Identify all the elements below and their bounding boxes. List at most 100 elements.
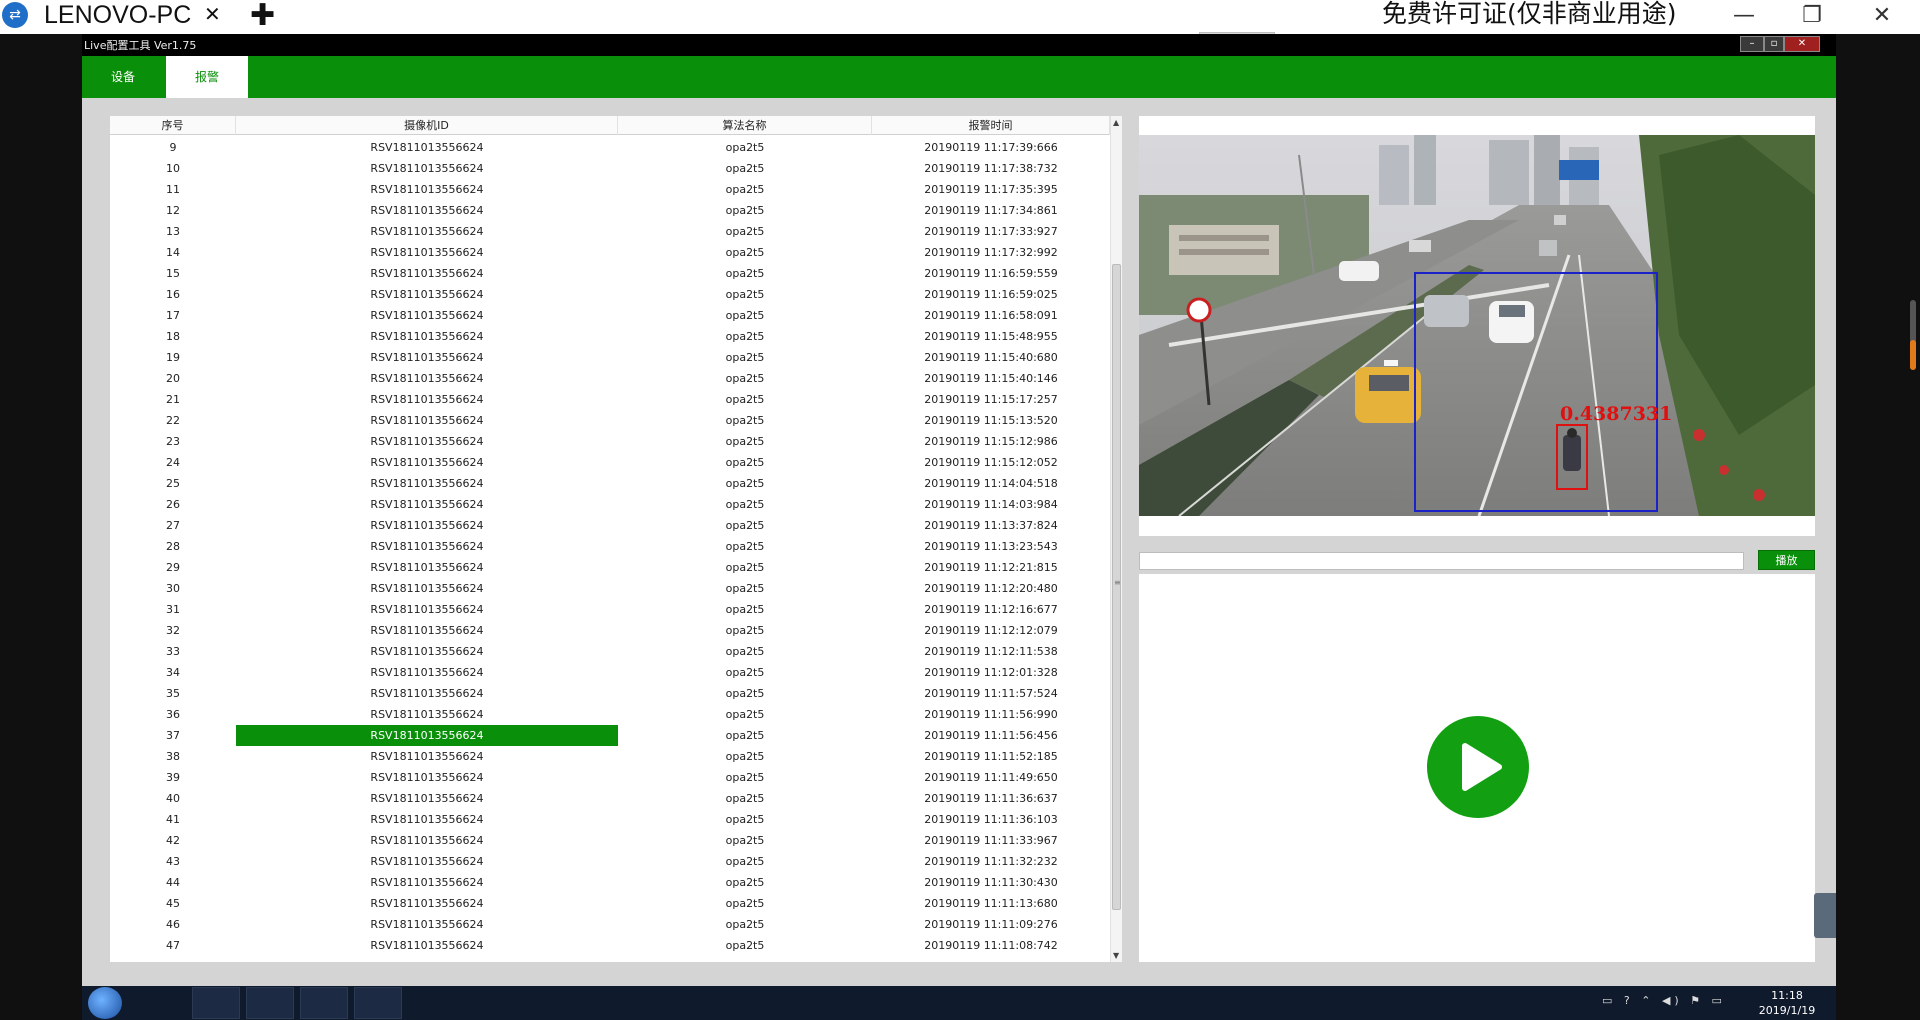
table-row[interactable]: 41 RSV1811013556624 opa2t5 20190119 11:11:3… [110,809,1110,830]
teamviewer-side-panel-tab[interactable] [1814,893,1836,938]
table-row[interactable]: 31 RSV1811013556624 opa2t5 20190119 11:12:1… [110,599,1110,620]
table-row[interactable]: 32 RSV1811013556624 opa2t5 20190119 11:12:1… [110,620,1110,641]
cell-alarm-time: 20190119 11:12:20:480 [924,582,1058,595]
table-row[interactable]: 30 RSV1811013556624 opa2t5 20190119 11:12:2… [110,578,1110,599]
cell-index: 22 [166,414,180,427]
column-header-alarm-time[interactable]: 报警时间 [872,116,1110,135]
tab-alarm[interactable]: 报警 [166,56,248,98]
cell-index: 33 [166,645,180,658]
table-row[interactable]: 36 RSV1811013556624 opa2t5 20190119 11:11:5… [110,704,1110,725]
scrollbar-thumb[interactable] [1112,264,1121,910]
table-row[interactable]: 47 RSV1811013556624 opa2t5 20190119 11:11:0… [110,935,1110,956]
cell-alarm-time: 20190119 11:13:37:824 [924,519,1058,532]
cell-algorithm: opa2t5 [725,855,765,868]
cell-index: 35 [166,687,180,700]
video-player[interactable] [1139,574,1815,962]
table-row[interactable]: 26 RSV1811013556624 opa2t5 20190119 11:14:0… [110,494,1110,515]
winrar-icon[interactable] [192,987,240,1019]
cell-camera-id: RSV1811013556624 [370,267,484,280]
cell-index: 45 [166,897,180,910]
table-row[interactable]: 28 RSV1811013556624 opa2t5 20190119 11:13:2… [110,536,1110,557]
column-header-index[interactable]: 序号 [110,116,236,135]
cell-camera-id: RSV1811013556624 [370,540,484,553]
app-close-button[interactable]: ✕ [1784,36,1820,52]
cell-alarm-time: 20190119 11:17:34:861 [924,204,1058,217]
table-row[interactable]: 46 RSV1811013556624 opa2t5 20190119 11:11:0… [110,914,1110,935]
session-tab-title[interactable]: LENOVO-PC [44,0,191,30]
table-row[interactable]: 43 RSV1811013556624 opa2t5 20190119 11:11:3… [110,851,1110,872]
alarm-table: 序号 摄像机ID 算法名称 报警时间 9 RSV1811013556624 opa2… [110,116,1122,962]
table-row[interactable]: 25 RSV1811013556624 opa2t5 20190119 11:14:0… [110,473,1110,494]
table-row[interactable]: 35 RSV1811013556624 opa2t5 20190119 11:11:5… [110,683,1110,704]
table-row[interactable]: 38 RSV1811013556624 opa2t5 20190119 11:11:5… [110,746,1110,767]
scroll-down-arrow-icon[interactable]: ▼ [1113,951,1119,960]
table-row[interactable]: 15 RSV1811013556624 opa2t5 20190119 11:16:5… [110,263,1110,284]
video-url-input[interactable] [1139,552,1744,570]
table-row[interactable]: 37 RSV1811013556624 opa2t5 20190119 11:11:5… [110,725,1110,746]
table-row[interactable]: 11 RSV1811013556624 opa2t5 20190119 11:17:3… [110,179,1110,200]
table-row[interactable]: 39 RSV1811013556624 opa2t5 20190119 11:11:4… [110,767,1110,788]
table-row[interactable]: 34 RSV1811013556624 opa2t5 20190119 11:12:0… [110,662,1110,683]
cell-alarm-time: 20190119 11:15:12:052 [924,456,1058,469]
cell-algorithm: opa2t5 [725,351,765,364]
table-row[interactable]: 18 RSV1811013556624 opa2t5 20190119 11:15:4… [110,326,1110,347]
live-config-tool-icon[interactable] [354,987,402,1019]
internet-explorer-icon[interactable] [138,987,186,1019]
sogou-browser-icon[interactable] [246,987,294,1019]
scroll-up-arrow-icon[interactable]: ▲ [1113,118,1119,127]
table-row[interactable]: 29 RSV1811013556624 opa2t5 20190119 11:12:2… [110,557,1110,578]
table-row[interactable]: 13 RSV1811013556624 opa2t5 20190119 11:17:3… [110,221,1110,242]
play-button[interactable]: 播放 [1758,550,1815,570]
table-row[interactable]: 40 RSV1811013556624 opa2t5 20190119 11:11:3… [110,788,1110,809]
close-tab-icon[interactable]: ✕ [204,2,221,26]
license-notice: 免费许可证(仅非商业用途) [1382,0,1677,28]
column-header-camera-id[interactable]: 摄像机ID [236,116,618,135]
cell-alarm-time: 20190119 11:12:11:538 [924,645,1058,658]
cell-alarm-time: 20190119 11:17:33:927 [924,225,1058,238]
minimize-window-button[interactable]: — [1714,0,1774,34]
column-header-algorithm[interactable]: 算法名称 [618,116,872,135]
table-row[interactable]: 17 RSV1811013556624 opa2t5 20190119 11:16:5… [110,305,1110,326]
table-row[interactable]: 10 RSV1811013556624 opa2t5 20190119 11:17:3… [110,158,1110,179]
table-row[interactable]: 45 RSV1811013556624 opa2t5 20190119 11:11:1… [110,893,1110,914]
cell-index: 36 [166,708,180,721]
taskbar-clock[interactable]: 11:18 2019/1/19 [1752,988,1822,1018]
table-row[interactable]: 23 RSV1811013556624 opa2t5 20190119 11:15:1… [110,431,1110,452]
cell-camera-id: RSV1811013556624 [370,561,484,574]
table-row[interactable]: 27 RSV1811013556624 opa2t5 20190119 11:13:3… [110,515,1110,536]
cell-alarm-time: 20190119 11:11:36:103 [924,813,1058,826]
table-row[interactable]: 33 RSV1811013556624 opa2t5 20190119 11:12:1… [110,641,1110,662]
table-row[interactable]: 20 RSV1811013556624 opa2t5 20190119 11:15:4… [110,368,1110,389]
table-row[interactable]: 9 RSV1811013556624 opa2t5 20190119 11:17:39… [110,137,1110,158]
cell-camera-id: RSV1811013556624 [370,330,484,343]
cell-index: 11 [166,183,180,196]
table-row[interactable]: 44 RSV1811013556624 opa2t5 20190119 11:11:3… [110,872,1110,893]
play-icon[interactable] [1427,716,1529,818]
app-maximize-button[interactable]: ▫ [1764,36,1784,52]
table-row[interactable]: 24 RSV1811013556624 opa2t5 20190119 11:15:1… [110,452,1110,473]
cell-algorithm: opa2t5 [725,603,765,616]
cell-index: 29 [166,561,180,574]
table-row[interactable]: 19 RSV1811013556624 opa2t5 20190119 11:15:4… [110,347,1110,368]
table-row[interactable]: 21 RSV1811013556624 opa2t5 20190119 11:15:1… [110,389,1110,410]
table-scrollbar[interactable]: ▲ ≡ ▼ [1110,116,1122,962]
app-minimize-button[interactable]: – [1740,36,1764,52]
cell-index: 41 [166,813,180,826]
table-row[interactable]: 14 RSV1811013556624 opa2t5 20190119 11:17:3… [110,242,1110,263]
start-button[interactable] [88,987,122,1019]
cell-alarm-time: 20190119 11:15:17:257 [924,393,1058,406]
table-row[interactable]: 16 RSV1811013556624 opa2t5 20190119 11:16:5… [110,284,1110,305]
cell-alarm-time: 20190119 11:17:35:395 [924,183,1058,196]
new-tab-icon[interactable]: ✚ [250,0,275,33]
table-row[interactable]: 12 RSV1811013556624 opa2t5 20190119 11:17:3… [110,200,1110,221]
cell-camera-id: RSV1811013556624 [370,519,484,532]
table-row[interactable]: 22 RSV1811013556624 opa2t5 20190119 11:15:1… [110,410,1110,431]
close-window-button[interactable]: ✕ [1852,0,1912,34]
cell-algorithm: opa2t5 [725,246,765,259]
tab-device[interactable]: 设备 [82,56,164,98]
cell-camera-id: RSV1811013556624 [370,393,484,406]
restore-window-button[interactable]: ❐ [1782,0,1842,34]
network-tool-icon[interactable] [300,987,348,1019]
table-row[interactable]: 42 RSV1811013556624 opa2t5 20190119 11:11:3… [110,830,1110,851]
system-tray-icons[interactable]: ▭ ? ⌃ ◀) ⚑ ▭ [1602,994,1726,1007]
